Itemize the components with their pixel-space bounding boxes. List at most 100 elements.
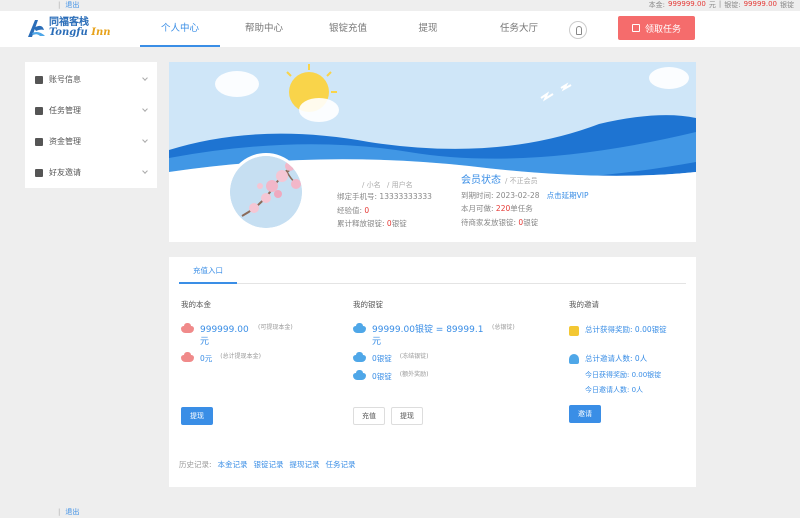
funds-panel: 充值入口 我的本金 999999.00 元 (可提现本金) 0元 (总计提现本金)… [169,257,696,487]
nav-withdraw[interactable]: 提现 [388,11,468,47]
history-withdraw-link[interactable]: 提现记录 [290,459,320,470]
silver-frozen-row: 0银锭 (冻结银锭) [353,352,429,364]
sidebar-item-label: 任务管理 [49,106,81,115]
total-silver-label: 累计释放银锭: [337,219,385,228]
invite-today-count: 今日邀请人数: 0人 [585,385,643,395]
expire-label: 到期时间: [461,190,494,200]
member-status-title: 会员状态 [461,175,501,186]
nav-silver-recharge[interactable]: 银锭充值 [308,11,388,47]
silver-unit: 银锭 [780,1,794,9]
membership-info: 会员状态 / 不正会员 到期时间: 2023-02-28 点击延期VIP 本月可做… [461,174,589,229]
header: 同福客栈 Tongfu Inn 个人中心 帮助中心 银锭充值 提现 任务大厅 领… [0,11,800,47]
ingot-icon [181,323,194,333]
sidebar-item-label: 资金管理 [49,137,81,146]
nav-task-hall[interactable]: 任务大厅 [468,11,570,47]
expire-value: 2023-02-28 [495,190,540,200]
exp-value: 0 [364,205,370,215]
history-task-link[interactable]: 任务记录 [326,459,356,470]
silver-withdraw-button[interactable]: 提现 [391,407,423,425]
list-icon [35,106,43,115]
invite-button[interactable]: 邀请 [569,405,601,423]
chevron-down-icon [142,137,148,143]
principal-frozen: 0元 [200,354,213,363]
balance-label: 本金: [648,1,666,9]
balance-value: 999999.00 [668,0,706,8]
nav-help-center[interactable]: 帮助中心 [220,11,308,47]
silver-label: 银锭: [724,1,741,9]
silver-amount-row: 99999.00银锭 = 89999.1元 (总银锭) [353,323,520,348]
profile-info-left: 绑定手机号: 13333333333 经验值: 0 累计释放银锭: 0银锭 [337,190,432,231]
silver-bonus: 0银锭 [372,372,392,381]
ingot-icon [353,352,366,362]
panel-tabbar: 充值入口 [179,257,686,284]
silver-value: 99999.00 [743,0,777,8]
total-silver-unit: 银锭 [391,219,407,228]
principal-amount: 999999.00 元 [200,324,250,348]
principal-amount-unit: 元 [200,337,210,347]
claim-task-label: 领取任务 [644,24,681,35]
renew-vip-link[interactable]: 点击延期VIP [547,191,589,200]
username: / 用户名 [387,181,413,189]
sidebar-item-tasks[interactable]: 任务管理 [25,95,157,126]
checkbox-icon [631,24,640,32]
principal-amount-note: (可提现本金) [258,324,293,331]
money-bag-icon [35,137,43,146]
profile-card: / 小名 / 用户名 绑定手机号: 13333333333 经验值: 0 累计释… [169,62,696,242]
sidebar: 账号信息 任务管理 资金管理 好友邀请 [25,62,157,188]
account-summary: 本金: 999999.00 元 | 银锭: 99999.00 银锭 [649,0,794,10]
silver-frozen: 0银锭 [372,354,392,363]
month-quota-label: 本月可做: [461,204,494,213]
trophy-icon [569,326,579,336]
ingot-icon [353,323,366,333]
invite-reward: 总计获得奖励: 0.00银锭 [585,324,681,336]
principal-title: 我的本金 [181,300,211,309]
balance-unit: 元 [708,1,716,9]
logout-link-bottom[interactable]: 退出 [58,507,79,517]
chevron-down-icon [142,168,148,174]
chevron-down-icon [142,106,148,112]
logo-en: Tongfu Inn [49,28,111,38]
sidebar-item-invite[interactable]: 好友邀请 [25,157,157,188]
principal-frozen-note: (总计提现本金) [220,353,261,360]
logo-mark-icon [26,17,46,39]
nav-personal-center[interactable]: 个人中心 [140,11,220,47]
principal-amount-value: 999999.00 [200,325,249,335]
logo-en-a: Tongfu [49,27,88,38]
logout-link-top[interactable]: 退出 [58,0,79,10]
principal-frozen-row: 0元 (总计提现本金) [181,352,261,364]
silver-frozen-note: (冻结银锭) [399,353,429,360]
principal-withdraw-button[interactable]: 提现 [181,407,213,425]
exp-label: 经验值: [337,205,363,215]
avatar[interactable] [227,153,305,231]
top-strip: 退出 本金: 999999.00 元 | 银锭: 99999.00 银锭 [0,0,800,10]
invite-count: 总计邀请人数: 0人 [585,353,647,364]
history-silver-link[interactable]: 银锭记录 [254,459,284,470]
sidebar-item-funds[interactable]: 资金管理 [25,126,157,157]
ingot-icon [181,352,194,362]
nickname: / 小名 [362,181,381,189]
logo-en-b: Inn [91,27,111,38]
invite-count-value: 0人 [634,354,648,363]
invite-count-label: 总计邀请人数: [585,354,633,363]
month-quota-value: 220 [495,204,511,213]
envelope-icon [35,168,43,177]
claim-task-button[interactable]: 领取任务 [618,16,695,40]
tab-recharge-entry[interactable]: 充值入口 [179,257,237,284]
invite-today-reward: 今日获得奖励: 0.00银锭 [585,370,661,380]
invite-title: 我的邀请 [569,300,599,309]
silver-amount: 99999.00银锭 = 89999.1元 [372,325,484,347]
invite-reward-label: 总计获得奖励: [585,325,633,334]
ingot-icon [353,370,366,380]
invite-count-row: 总计邀请人数: 0人 [569,353,647,364]
logo[interactable]: 同福客栈 Tongfu Inn [26,17,111,39]
invite-reward-value: 0.00银锭 [634,325,667,334]
sidebar-item-label: 好友邀请 [49,168,81,177]
pending-silver-unit: 银锭 [523,217,539,227]
history-principal-link[interactable]: 本金记录 [218,459,248,470]
user-icon [569,354,579,364]
sidebar-item-account[interactable]: 账号信息 [25,64,157,95]
silver-bonus-row: 0银锭 (额外奖励) [353,370,428,382]
phone-label: 绑定手机号: [337,192,378,201]
silver-recharge-button[interactable]: 充值 [353,407,385,425]
notification-bell-icon[interactable] [569,21,587,39]
